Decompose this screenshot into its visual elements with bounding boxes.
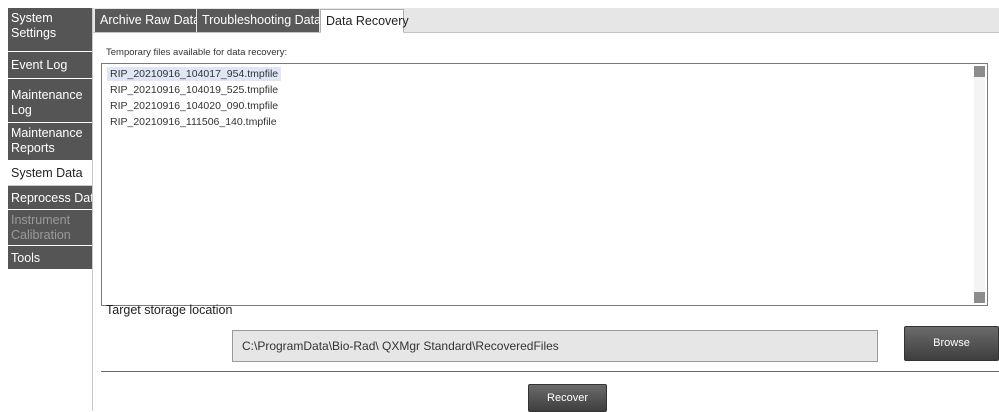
tab-data-recovery[interactable]: Data Recovery [320, 9, 409, 33]
list-item[interactable]: RIP_20210916_111506_140.tmpfile [107, 115, 280, 129]
sidebar-item-tools[interactable]: Tools [8, 246, 92, 270]
main-panel: Archive Raw Data Troubleshooting Data Da… [93, 8, 999, 412]
target-storage-label: Target storage location [106, 303, 233, 317]
scroll-down-arrow-icon[interactable] [974, 292, 985, 303]
tab-troubleshooting-data[interactable]: Troubleshooting Data [197, 9, 321, 32]
browse-button[interactable]: Browse [904, 326, 999, 361]
list-item[interactable]: RIP_20210916_104019_525.tmpfile [107, 83, 281, 97]
tab-bar: Archive Raw Data Troubleshooting Data Da… [93, 8, 999, 33]
data-recovery-panel: Temporary files available for data recov… [93, 33, 999, 412]
files-list-label: Temporary files available for data recov… [106, 47, 288, 58]
divider [101, 371, 999, 372]
sidebar-item-label: System Settings [11, 11, 57, 40]
sidebar-item-label: Maintenance Reports [11, 126, 83, 155]
sidebar-item-system-settings[interactable]: System Settings [8, 8, 92, 52]
sidebar-item-event-log[interactable]: Event Log [8, 52, 92, 79]
tab-archive-raw-data[interactable]: Archive Raw Data [95, 9, 200, 32]
sidebar-item-maintenance-reports[interactable]: Maintenance Reports [8, 123, 92, 161]
recover-button[interactable]: Recover [528, 384, 607, 412]
list-item[interactable]: RIP_20210916_104017_954.tmpfile [107, 67, 282, 81]
sidebar-item-label: Maintenance Log [11, 88, 83, 117]
scroll-up-arrow-icon[interactable] [974, 66, 985, 77]
sidebar-item-reprocess-data[interactable]: Reprocess Data [8, 186, 92, 210]
sidebar-item-label: Tools [11, 251, 41, 265]
sidebar-item-maintenance-log[interactable]: Maintenance Log [8, 79, 92, 123]
sidebar-item-label: Reprocess Data [11, 191, 92, 205]
sidebar-item-instrument-calibration: Instrument Calibration [8, 210, 92, 246]
sidebar: System Settings Event Log Maintenance Lo… [8, 8, 93, 411]
sidebar-item-label: Event Log [11, 58, 68, 72]
list-item[interactable]: RIP_20210916_104020_090.tmpfile [107, 99, 281, 113]
vertical-scrollbar[interactable] [974, 66, 985, 303]
sidebar-item-system-data[interactable]: System Data [8, 161, 92, 186]
sidebar-item-label: Instrument Calibration [11, 213, 71, 242]
sidebar-item-label: System Data [11, 166, 83, 180]
target-path-field: C:\ProgramData\Bio-Rad\ QXMgr Standard\R… [232, 330, 878, 362]
temporary-files-list[interactable]: RIP_20210916_104017_954.tmpfile RIP_2021… [101, 63, 988, 306]
